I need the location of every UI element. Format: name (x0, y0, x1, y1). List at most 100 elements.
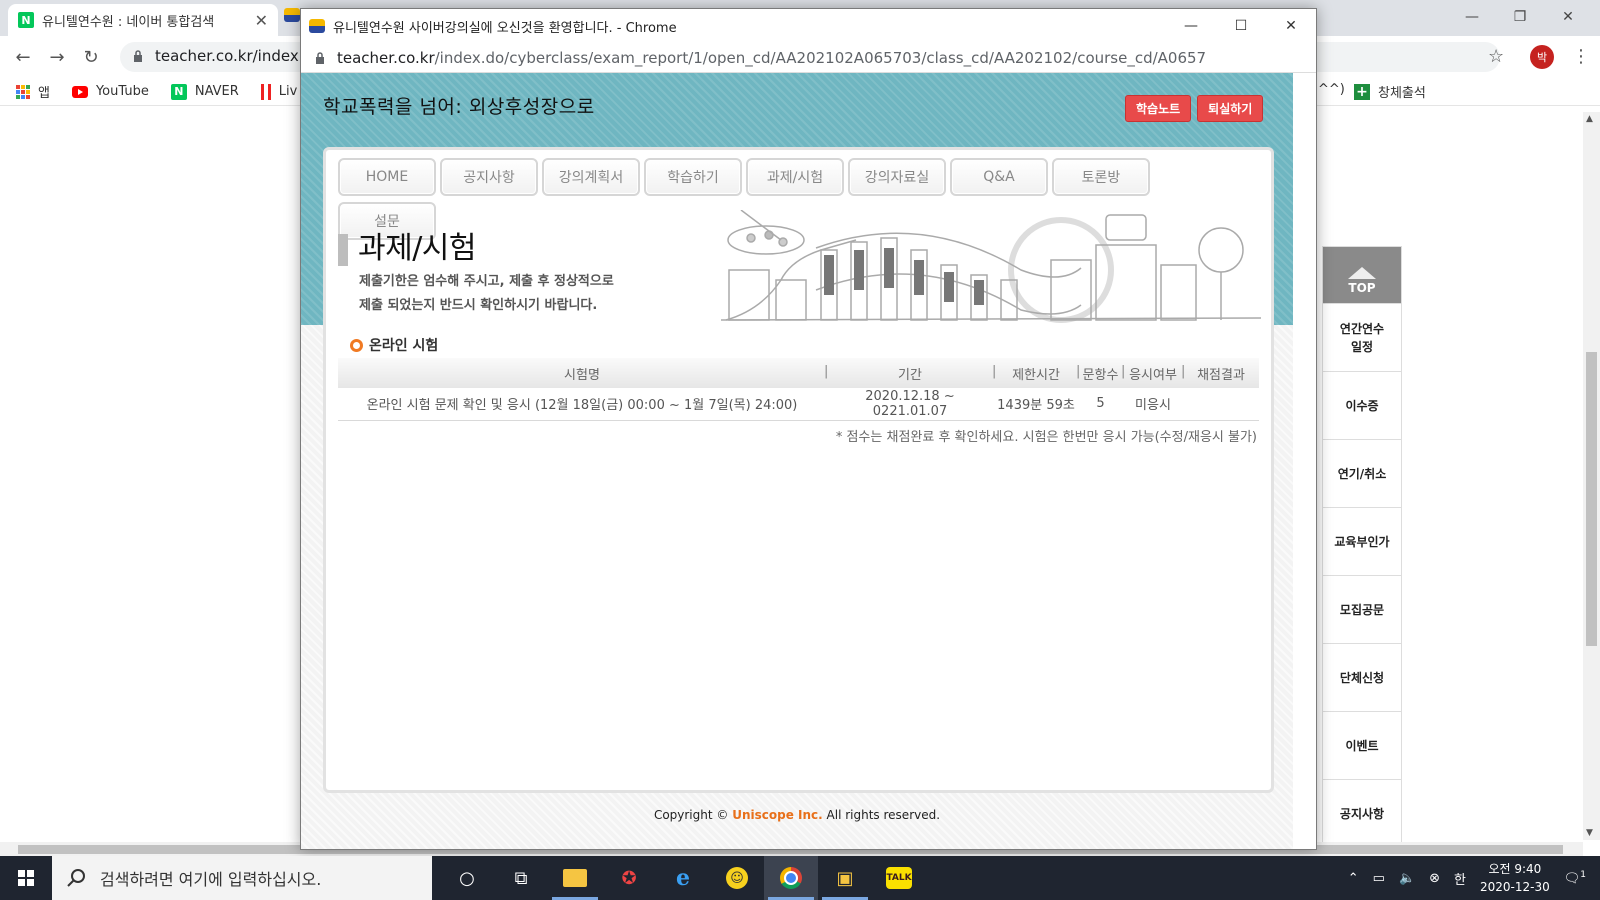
header-score: 채점결과 (1181, 358, 1259, 388)
scroll-up-icon[interactable]: ▲ (1586, 114, 1593, 124)
tab-home[interactable]: HOME (338, 158, 436, 196)
quick-item-label: 모집공문 (1339, 602, 1385, 617)
exit-button[interactable]: 퇴실하기 (1197, 95, 1264, 122)
chrome-icon[interactable] (764, 856, 818, 900)
lock-icon (134, 50, 142, 62)
notification-icon[interactable]: 🗨1 (1564, 870, 1586, 886)
green-plus-icon: + (1354, 83, 1370, 100)
chevron-up-icon[interactable]: ⌃ (1348, 871, 1359, 886)
quick-item-recruit[interactable]: 모집공문 (1323, 575, 1401, 643)
profile-avatar[interactable]: 박 (1530, 45, 1554, 69)
bookmark-star-icon[interactable]: ☆ (1488, 46, 1504, 67)
popup-address-bar[interactable]: teacher.co.kr/index.do/cyberclass/exam_r… (301, 43, 1316, 73)
bookmark-naver[interactable]: N NAVER (170, 83, 239, 100)
live-icon (260, 83, 271, 100)
ime-indicator[interactable]: 한 (1454, 869, 1466, 888)
maximize-icon[interactable]: ☐ (1216, 9, 1266, 43)
minimize-icon[interactable]: — (1448, 0, 1496, 34)
more-menu-icon[interactable]: ⋮ (1572, 46, 1590, 67)
taskbar-apps: ○ ⧉ ✪ e ☺ ▣ TALK (440, 856, 926, 900)
apps-icon (16, 84, 30, 99)
tab-qna[interactable]: Q&A (950, 158, 1048, 196)
internet-explorer-icon[interactable]: e (656, 856, 710, 900)
description-line-1: 제출기한은 엄수해 주시고, 제출 후 정상적으로 (359, 274, 614, 289)
background-tab-naver[interactable]: N 유니텔연수원 : 네이버 통합검색 ✕ (8, 4, 278, 36)
background-url[interactable]: teacher.co.kr/index.d (155, 47, 313, 65)
back-icon[interactable]: ← (6, 47, 40, 68)
bookmark-changche[interactable]: + 창체출석 (1354, 82, 1426, 101)
tab-title: 유니텔연수원 : 네이버 통합검색 (42, 14, 215, 30)
bookmark-apps[interactable]: 앱 (16, 82, 50, 101)
header-question-count: 문항수 (1076, 358, 1123, 388)
smiley-app-icon[interactable]: ☺ (710, 856, 764, 900)
tv-app-icon[interactable]: ▣ (818, 856, 872, 900)
clock[interactable]: 오전 9:40 2020-12-30 (1480, 860, 1550, 896)
bookmark-partial-text: ^^) (1318, 82, 1345, 97)
bookmark-live[interactable]: Liv (260, 83, 297, 100)
exam-name-link[interactable]: 온라인 시험 문제 확인 및 응시 (12월 18일(금) 00:00 ~ 1월… (338, 388, 826, 421)
orange-ring-icon (350, 338, 363, 352)
quick-item-event[interactable]: 이벤트 (1323, 711, 1401, 779)
clock-time: 오전 9:40 (1488, 862, 1542, 876)
table-row: 온라인 시험 문제 확인 및 응시 (12월 18일(금) 00:00 ~ 1월… (338, 388, 1259, 421)
arrow-up-icon (1348, 267, 1376, 279)
quick-item-group[interactable]: 단체신청 (1323, 643, 1401, 711)
close-icon[interactable]: ✕ (255, 11, 268, 30)
popup-window-controls: — ☐ ✕ (1166, 9, 1316, 43)
battery-icon[interactable]: ▭ (1373, 871, 1385, 886)
copyright-brand: Uniscope Inc. (732, 808, 823, 822)
volume-icon[interactable]: 🔈 (1399, 871, 1415, 886)
minimize-icon[interactable]: — (1166, 9, 1216, 43)
scroll-down-icon[interactable]: ▼ (1586, 828, 1593, 838)
quick-item-ministry[interactable]: 교육부인가 (1323, 507, 1401, 575)
section-description: 제출기한은 엄수해 주시고, 제출 후 정상적으로 제출 되었는지 반드시 확인… (359, 270, 614, 318)
tab-syllabus[interactable]: 강의계획서 (542, 158, 640, 196)
tab-assignment-exam[interactable]: 과제/시험 (746, 158, 844, 196)
network-off-icon[interactable]: ⊗ (1429, 871, 1440, 886)
close-window-icon[interactable]: ✕ (1544, 0, 1592, 34)
close-window-icon[interactable]: ✕ (1266, 9, 1316, 43)
forward-icon[interactable]: → (40, 47, 74, 68)
naver-icon: N (170, 83, 187, 100)
city-piano-illustration (721, 210, 1261, 323)
top-button[interactable]: TOP (1323, 247, 1401, 303)
tab-discussion[interactable]: 토론방 (1052, 158, 1150, 196)
quick-item-notice[interactable]: 공지사항 (1323, 779, 1401, 847)
task-view-icon[interactable]: ⧉ (494, 856, 548, 900)
study-note-button[interactable]: 학습노트 (1125, 95, 1192, 122)
course-title: 학교폭력을 넘어: 외상후성장으로 (323, 96, 595, 118)
cortana-icon[interactable]: ○ (440, 856, 494, 900)
popup-title-bar[interactable]: 유니텔연수원 사이버강의실에 오신것을 환영합니다. - Chrome — ☐ … (301, 9, 1316, 43)
quick-item-schedule[interactable]: 연간연수 일정 (1323, 303, 1401, 371)
vertical-scroll-thumb[interactable] (1586, 352, 1597, 646)
file-explorer-icon[interactable] (548, 856, 602, 900)
photo-app-icon[interactable]: ✪ (602, 856, 656, 900)
chrome-glyph (780, 867, 802, 889)
notification-count: 1 (1580, 869, 1586, 880)
quick-item-postpone[interactable]: 연기/취소 (1323, 439, 1401, 507)
copyright: Copyright © Uniscope Inc. All rights res… (301, 808, 1293, 822)
clock-date: 2020-12-30 (1480, 880, 1550, 894)
taskbar-search[interactable]: 검색하려면 여기에 입력하십시오. (52, 856, 432, 900)
quick-menu: TOP 연간연수 일정 이수증 연기/취소 교육부인가 모집공문 단체신청 이벤… (1322, 246, 1402, 848)
tab-materials[interactable]: 강의자료실 (848, 158, 946, 196)
background-tab-unitel-icon[interactable] (284, 8, 300, 22)
exam-question-count: 5 (1078, 388, 1123, 421)
reload-icon[interactable]: ↻ (74, 47, 108, 68)
tab-notice[interactable]: 공지사항 (440, 158, 538, 196)
exam-table: 시험명 기간 제한시간 문항수 응시여부 채점결과 온라인 시험 문제 확인 및… (338, 358, 1259, 421)
popup-window: 유니텔연수원 사이버강의실에 오신것을 환영합니다. - Chrome — ☐ … (300, 8, 1317, 850)
bookmark-label: 창체출석 (1378, 86, 1426, 101)
quick-item-certificate[interactable]: 이수증 (1323, 371, 1401, 439)
kakaotalk-icon[interactable]: TALK (872, 856, 926, 900)
sub-title: 온라인 시험 (369, 338, 439, 354)
start-button[interactable] (0, 856, 52, 900)
bookmark-youtube[interactable]: YouTube (71, 84, 149, 99)
lock-icon (316, 51, 324, 64)
bookmark-label: 앱 (38, 86, 50, 101)
system-tray: ⌃ ▭ 🔈 ⊗ 한 오전 9:40 2020-12-30 🗨1 (1348, 856, 1600, 900)
tab-learning[interactable]: 학습하기 (644, 158, 742, 196)
restore-icon[interactable]: ❐ (1496, 0, 1544, 34)
bookmark-label: YouTube (95, 84, 149, 99)
exam-note: * 점수는 채점완료 후 확인하세요. 시험은 한번만 응시 가능(수정/재응시… (835, 430, 1257, 445)
